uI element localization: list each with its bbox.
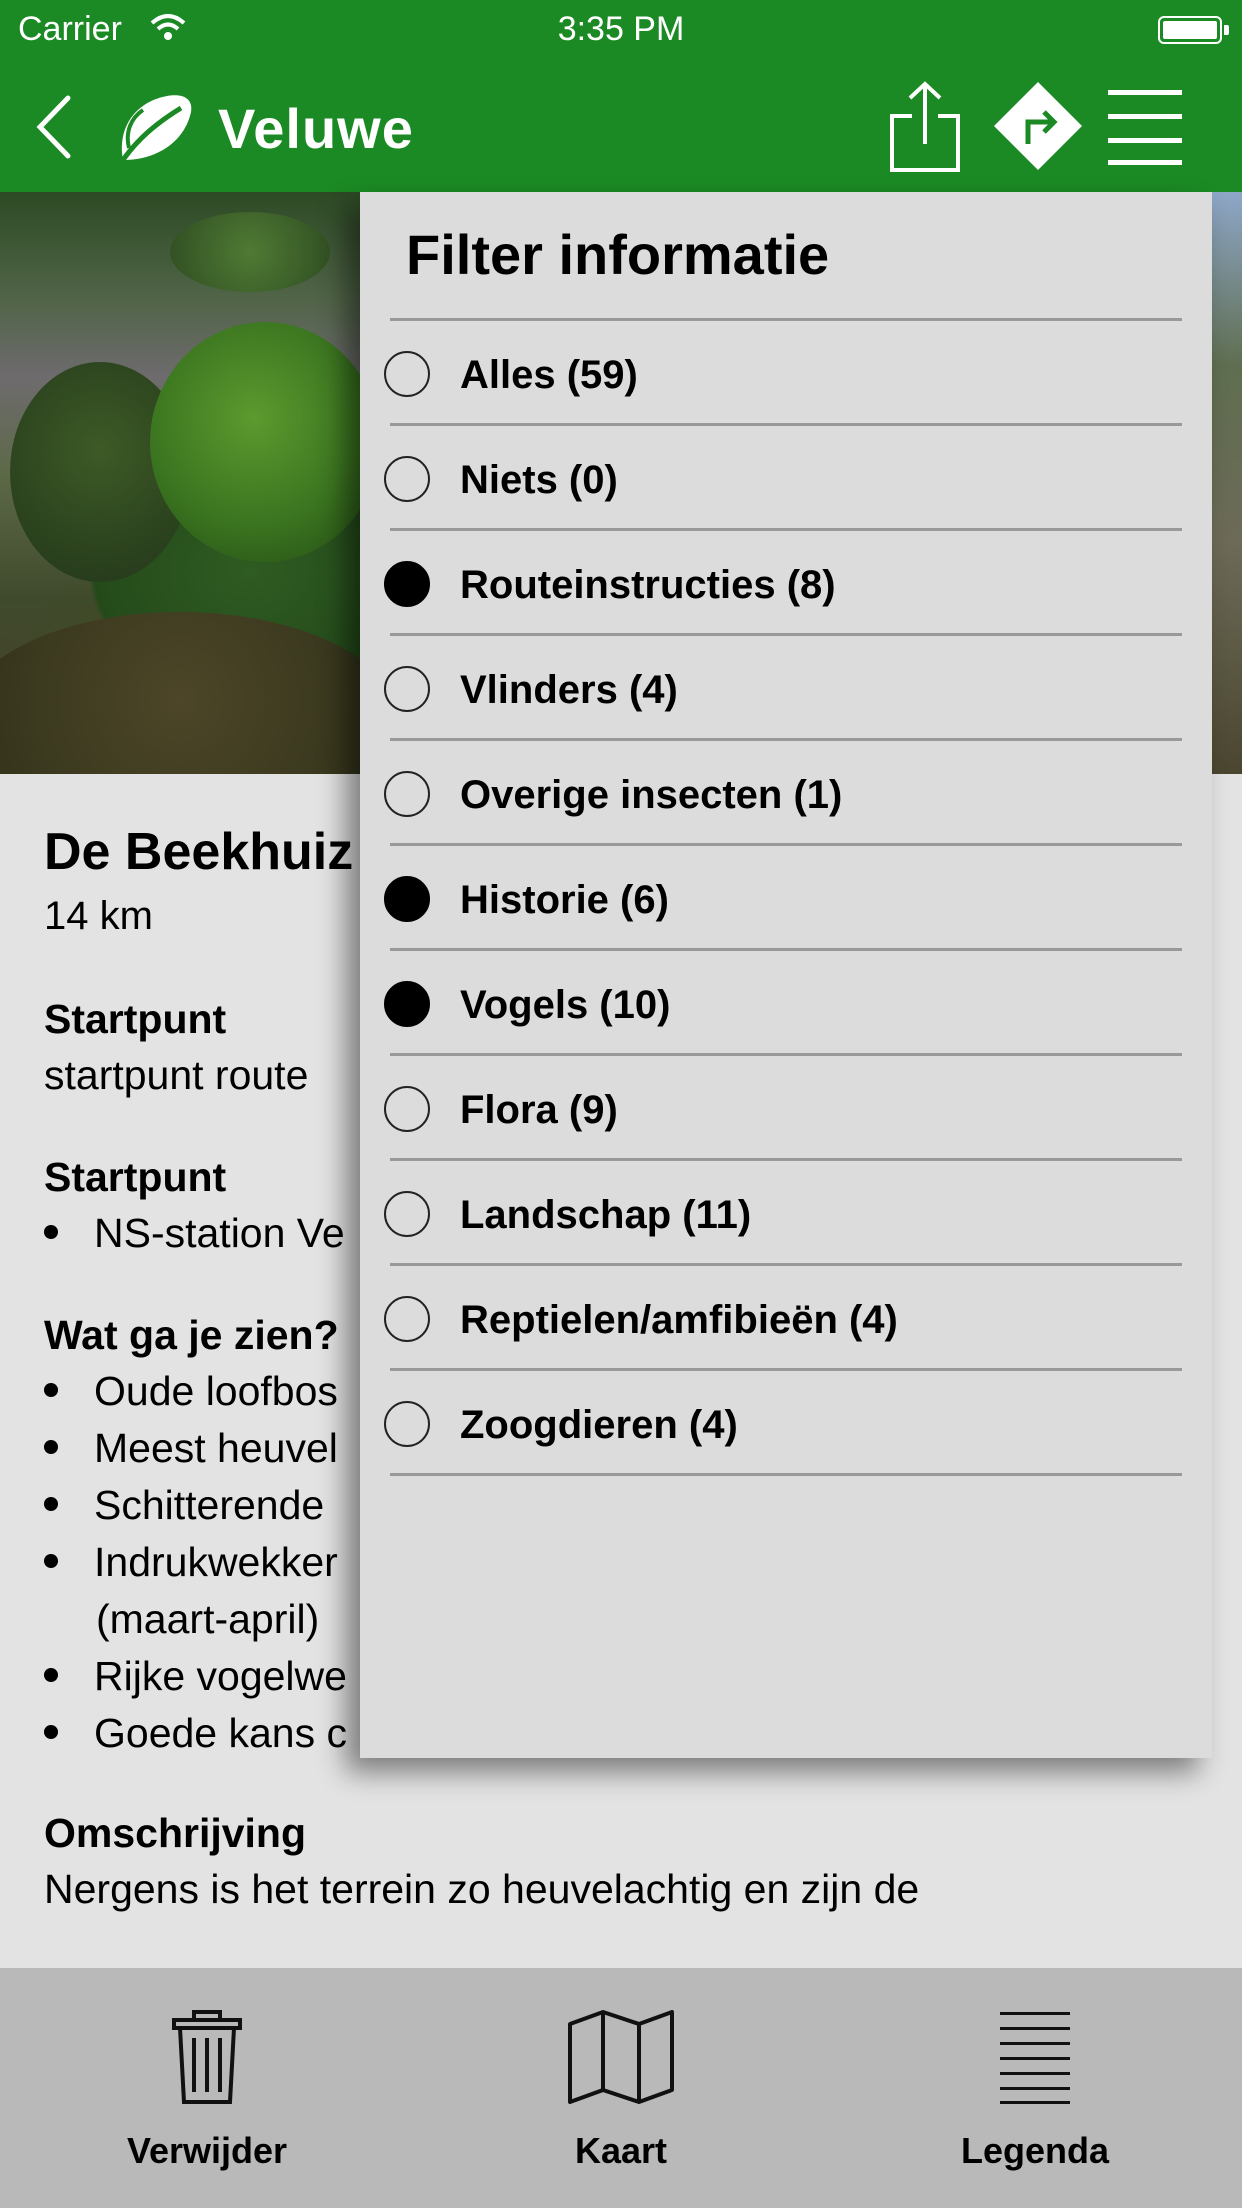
bullet (44, 1440, 58, 1455)
radio-button[interactable] (384, 1401, 430, 1447)
description-text: Nergens is het terrein zo heuvelachtig e… (44, 1866, 920, 1912)
filter-option[interactable]: Vogels (10) (360, 951, 1212, 1056)
delete-button[interactable]: Verwijder (0, 1968, 414, 2208)
filter-option[interactable]: Historie (6) (360, 846, 1212, 951)
filter-option[interactable]: Zoogdieren (4) (360, 1371, 1212, 1476)
radio-button[interactable] (384, 981, 430, 1027)
filter-option-label: Alles (59) (460, 353, 638, 397)
list-item: Meest heuvel (44, 1425, 338, 1472)
battery-icon (1158, 16, 1222, 44)
filter-option[interactable]: Vlinders (4) (360, 636, 1212, 741)
description-heading: Omschrijving (44, 1810, 307, 1856)
list-item: Schitterende (44, 1482, 324, 1529)
bullet (44, 1554, 58, 1569)
nav-bar: Veluwe (0, 60, 1242, 192)
filter-option-label: Flora (9) (460, 1088, 618, 1132)
divider (390, 1473, 1182, 1476)
photo-tree (170, 212, 330, 292)
photo-heather (0, 612, 400, 774)
bullet (44, 1497, 58, 1512)
filter-option-label: Overige insecten (1) (460, 773, 843, 817)
list-item-continuation: (maart-april) (96, 1596, 320, 1642)
route-sign-icon[interactable] (990, 78, 1086, 174)
radio-button[interactable] (384, 1296, 430, 1342)
list-item: Rijke vogelwe (44, 1653, 347, 1700)
radio-button[interactable] (384, 351, 430, 397)
filter-title: Filter informatie (406, 223, 830, 286)
map-icon (568, 2010, 674, 2104)
list-icon (1000, 2012, 1070, 2104)
battery-tip (1224, 25, 1229, 35)
filter-option[interactable]: Landschap (11) (360, 1161, 1212, 1266)
map-label: Kaart (574, 2130, 668, 2171)
list-item: NS-station Ve (44, 1210, 345, 1257)
app-title: Veluwe (218, 97, 414, 160)
share-icon[interactable] (888, 80, 962, 174)
trash-icon (172, 2010, 242, 2104)
start-heading: Startpunt (44, 996, 227, 1042)
legend-button[interactable]: Legenda (828, 1968, 1242, 2208)
list-item: Goede kans c (44, 1710, 347, 1757)
radio-button[interactable] (384, 561, 430, 607)
radio-button[interactable] (384, 876, 430, 922)
bullet (44, 1725, 58, 1740)
legend-label: Legenda (960, 2130, 1110, 2171)
filter-option-label: Reptielen/amfibieën (4) (460, 1298, 898, 1342)
filter-option[interactable]: Routeinstructies (8) (360, 531, 1212, 636)
leaf-logo-icon (120, 95, 192, 162)
start-text: startpunt route (44, 1052, 309, 1098)
bottom-toolbar: Verwijder Kaart Legenda (0, 1968, 1242, 2208)
list-item: Oude loofbos (44, 1368, 338, 1415)
radio-button[interactable] (384, 1191, 430, 1237)
filter-option-label: Zoogdieren (4) (460, 1403, 738, 1447)
photo-tree (150, 322, 380, 562)
start-heading-2: Startpunt (44, 1154, 227, 1200)
filter-option-label: Niets (0) (460, 458, 618, 502)
filter-option-label: Historie (6) (460, 878, 669, 922)
bullet (44, 1383, 58, 1398)
clock: 3:35 PM (557, 10, 685, 48)
radio-button[interactable] (384, 456, 430, 502)
radio-button[interactable] (384, 1086, 430, 1132)
bullet (44, 1225, 58, 1240)
route-title: De Beekhuiz (44, 823, 354, 881)
status-bar: Carrier 3:35 PM (0, 0, 1242, 60)
filter-option[interactable]: Alles (59) (360, 321, 1212, 426)
list-item: Indrukwekker (44, 1539, 338, 1586)
radio-button[interactable] (384, 771, 430, 817)
filter-option-label: Landschap (11) (460, 1193, 752, 1237)
filter-popup: Filter informatie Alles (59) Niets (0) Rou… (360, 192, 1212, 1758)
radio-button[interactable] (384, 666, 430, 712)
see-heading: Wat ga je zien? (44, 1312, 339, 1358)
filter-option-label: Routeinstructies (8) (460, 563, 836, 607)
hamburger-menu-icon[interactable] (1106, 86, 1184, 166)
map-button[interactable]: Kaart (414, 1968, 828, 2208)
filter-option-label: Vlinders (4) (460, 668, 678, 712)
filter-option[interactable]: Niets (0) (360, 426, 1212, 531)
filter-option[interactable]: Reptielen/amfibieën (4) (360, 1266, 1212, 1371)
bullet (44, 1668, 58, 1683)
filter-option[interactable]: Overige insecten (1) (360, 741, 1212, 846)
route-distance: 14 km (44, 894, 153, 938)
filter-option-label: Vogels (10) (460, 983, 671, 1027)
filter-option[interactable]: Flora (9) (360, 1056, 1212, 1161)
back-chevron-icon[interactable] (30, 92, 80, 162)
delete-label: Verwijder (126, 2130, 288, 2171)
